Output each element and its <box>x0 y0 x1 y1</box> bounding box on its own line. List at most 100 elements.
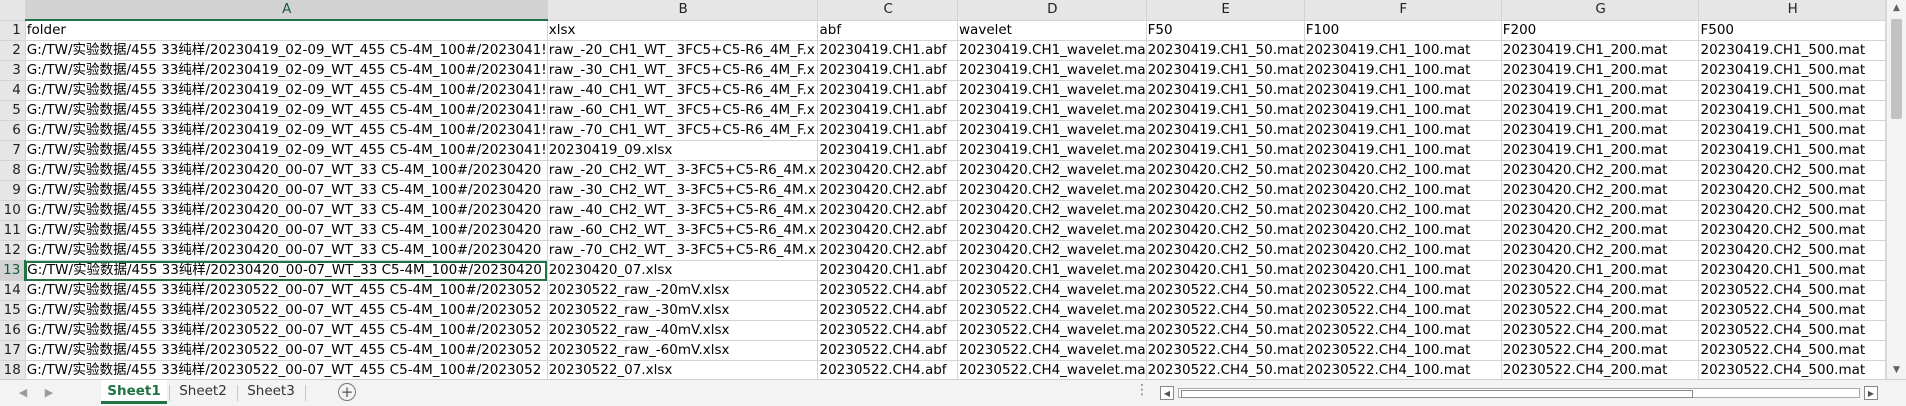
cell-d3[interactable]: 20230419.CH1_wavelet.ma <box>957 60 1147 81</box>
cell-g14[interactable]: 20230522.CH4_200.mat <box>1501 280 1700 301</box>
prev-sheet-icon[interactable]: ◀ <box>14 384 32 402</box>
cell-e2[interactable]: 20230419.CH1_50.mat <box>1146 40 1305 61</box>
cell-g16[interactable]: 20230522.CH4_200.mat <box>1501 320 1700 341</box>
cell-a2[interactable]: G:/TW/实验数据/455 33纯样/20230419_02-09_WT_45… <box>25 40 548 61</box>
cell-f15[interactable]: 20230522.CH4_100.mat <box>1304 300 1502 321</box>
cell-e17[interactable]: 20230522.CH4_50.mat <box>1146 340 1305 361</box>
row-header[interactable]: 16 <box>0 320 26 341</box>
cell-h14[interactable]: 20230522.CH4_500.mat <box>1698 280 1886 301</box>
cell-d17[interactable]: 20230522.CH4_wavelet.ma <box>957 340 1147 361</box>
cell-e16[interactable]: 20230522.CH4_50.mat <box>1146 320 1305 341</box>
cell-h9[interactable]: 20230420.CH2_500.mat <box>1698 180 1886 201</box>
cell-a11[interactable]: G:/TW/实验数据/455 33纯样/20230420_00-07_WT_33… <box>25 220 548 241</box>
cell-h12[interactable]: 20230420.CH2_500.mat <box>1698 240 1886 261</box>
cell-e18[interactable]: 20230522.CH4_50.mat <box>1146 360 1305 379</box>
cell-h10[interactable]: 20230420.CH2_500.mat <box>1698 200 1886 221</box>
cell-c6[interactable]: 20230419.CH1.abf <box>817 120 959 141</box>
cell-c13[interactable]: 20230420.CH1.abf <box>817 260 959 281</box>
horizontal-scroll-thumb[interactable] <box>1181 390 1693 398</box>
cell-c9[interactable]: 20230420.CH2.abf <box>817 180 959 201</box>
cell-h18[interactable]: 20230522.CH4_500.mat <box>1698 360 1886 379</box>
cell-c1[interactable]: abf <box>817 20 959 41</box>
cell-e11[interactable]: 20230420.CH2_50.mat <box>1146 220 1305 241</box>
row-header[interactable]: 3 <box>0 60 26 81</box>
cell-g15[interactable]: 20230522.CH4_200.mat <box>1501 300 1700 321</box>
column-header-d[interactable]: D <box>957 0 1147 21</box>
cell-a4[interactable]: G:/TW/实验数据/455 33纯样/20230419_02-09_WT_45… <box>25 80 548 101</box>
tab-sheet3[interactable]: Sheet3 <box>239 380 303 404</box>
cell-c7[interactable]: 20230419.CH1.abf <box>817 140 959 161</box>
cell-c11[interactable]: 20230420.CH2.abf <box>817 220 959 241</box>
cell-d1[interactable]: wavelet <box>957 20 1147 41</box>
cell-c4[interactable]: 20230419.CH1.abf <box>817 80 959 101</box>
row-header[interactable]: 9 <box>0 180 26 201</box>
horizontal-scroll-track[interactable] <box>1178 388 1860 398</box>
row-header[interactable]: 5 <box>0 100 26 121</box>
cell-f12[interactable]: 20230420.CH2_100.mat <box>1304 240 1502 261</box>
cell-h6[interactable]: 20230419.CH1_500.mat <box>1698 120 1886 141</box>
cell-g12[interactable]: 20230420.CH2_200.mat <box>1501 240 1700 261</box>
cell-f7[interactable]: 20230419.CH1_100.mat <box>1304 140 1502 161</box>
cell-b7[interactable]: 20230419_09.xlsx <box>547 140 819 161</box>
cell-b18[interactable]: 20230522_07.xlsx <box>547 360 819 379</box>
cell-d2[interactable]: 20230419.CH1_wavelet.ma <box>957 40 1147 61</box>
cell-c5[interactable]: 20230419.CH1.abf <box>817 100 959 121</box>
cell-b13[interactable]: 20230420_07.xlsx <box>547 260 819 281</box>
cell-h7[interactable]: 20230419.CH1_500.mat <box>1698 140 1886 161</box>
cell-d14[interactable]: 20230522.CH4_wavelet.ma <box>957 280 1147 301</box>
cell-d5[interactable]: 20230419.CH1_wavelet.ma <box>957 100 1147 121</box>
cell-c2[interactable]: 20230419.CH1.abf <box>817 40 959 61</box>
row-header[interactable]: 18 <box>0 360 26 379</box>
cell-f3[interactable]: 20230419.CH1_100.mat <box>1304 60 1502 81</box>
cell-e10[interactable]: 20230420.CH2_50.mat <box>1146 200 1305 221</box>
cell-b4[interactable]: raw_-40_CH1_WT_ 3FC5+C5-R6_4M_F.x <box>547 80 819 101</box>
cell-f4[interactable]: 20230419.CH1_100.mat <box>1304 80 1502 101</box>
cell-e1[interactable]: F50 <box>1146 20 1305 41</box>
cell-c14[interactable]: 20230522.CH4.abf <box>817 280 959 301</box>
cell-d4[interactable]: 20230419.CH1_wavelet.ma <box>957 80 1147 101</box>
select-all-corner[interactable] <box>0 0 26 21</box>
cell-g9[interactable]: 20230420.CH2_200.mat <box>1501 180 1700 201</box>
cell-b10[interactable]: raw_-40_CH2_WT_ 3-3FC5+C5-R6_4M.x <box>547 200 819 221</box>
cell-d13[interactable]: 20230420.CH1_wavelet.ma <box>957 260 1147 281</box>
row-header[interactable]: 13 <box>0 260 27 281</box>
row-header[interactable]: 7 <box>0 140 26 161</box>
row-header[interactable]: 14 <box>0 280 26 301</box>
tab-sheet2[interactable]: Sheet2 <box>171 380 235 404</box>
cell-a9[interactable]: G:/TW/实验数据/455 33纯样/20230420_00-07_WT_33… <box>25 180 548 201</box>
cell-d8[interactable]: 20230420.CH2_wavelet.ma <box>957 160 1147 181</box>
vertical-scrollbar[interactable]: ▲ ▼ <box>1886 0 1906 379</box>
cell-d15[interactable]: 20230522.CH4_wavelet.ma <box>957 300 1147 321</box>
cell-e7[interactable]: 20230419.CH1_50.mat <box>1146 140 1305 161</box>
cell-h15[interactable]: 20230522.CH4_500.mat <box>1698 300 1886 321</box>
cell-a5[interactable]: G:/TW/实验数据/455 33纯样/20230419_02-09_WT_45… <box>25 100 548 121</box>
cell-a3[interactable]: G:/TW/实验数据/455 33纯样/20230419_02-09_WT_45… <box>25 60 548 81</box>
cell-c15[interactable]: 20230522.CH4.abf <box>817 300 959 321</box>
cell-g11[interactable]: 20230420.CH2_200.mat <box>1501 220 1700 241</box>
row-header[interactable]: 4 <box>0 80 26 101</box>
cell-a18[interactable]: G:/TW/实验数据/455 33纯样/20230522_00-07_WT_45… <box>25 360 548 379</box>
scroll-down-icon[interactable]: ▼ <box>1887 362 1906 379</box>
cell-f2[interactable]: 20230419.CH1_100.mat <box>1304 40 1502 61</box>
cell-g5[interactable]: 20230419.CH1_200.mat <box>1501 100 1700 121</box>
cell-f6[interactable]: 20230419.CH1_100.mat <box>1304 120 1502 141</box>
cell-f11[interactable]: 20230420.CH2_100.mat <box>1304 220 1502 241</box>
cell-b14[interactable]: 20230522_raw_-20mV.xlsx <box>547 280 819 301</box>
cell-g2[interactable]: 20230419.CH1_200.mat <box>1501 40 1700 61</box>
cell-h2[interactable]: 20230419.CH1_500.mat <box>1698 40 1886 61</box>
cell-g13[interactable]: 20230420.CH1_200.mat <box>1501 260 1700 281</box>
cell-d9[interactable]: 20230420.CH2_wavelet.ma <box>957 180 1147 201</box>
cell-f8[interactable]: 20230420.CH2_100.mat <box>1304 160 1502 181</box>
row-header[interactable]: 17 <box>0 340 26 361</box>
cell-b6[interactable]: raw_-70_CH1_WT_ 3FC5+C5-R6_4M_F.x <box>547 120 819 141</box>
tab-sheet1[interactable]: Sheet1 <box>101 380 167 404</box>
cell-a8[interactable]: G:/TW/实验数据/455 33纯样/20230420_00-07_WT_33… <box>25 160 548 181</box>
row-header[interactable]: 2 <box>0 40 26 61</box>
cell-h8[interactable]: 20230420.CH2_500.mat <box>1698 160 1886 181</box>
cell-g6[interactable]: 20230419.CH1_200.mat <box>1501 120 1700 141</box>
scroll-left-icon[interactable]: ◀ <box>1160 386 1174 400</box>
column-header-g[interactable]: G <box>1501 0 1700 21</box>
vertical-scroll-thumb[interactable] <box>1891 19 1902 119</box>
cell-b17[interactable]: 20230522_raw_-60mV.xlsx <box>547 340 819 361</box>
cell-a16[interactable]: G:/TW/实验数据/455 33纯样/20230522_00-07_WT_45… <box>25 320 548 341</box>
